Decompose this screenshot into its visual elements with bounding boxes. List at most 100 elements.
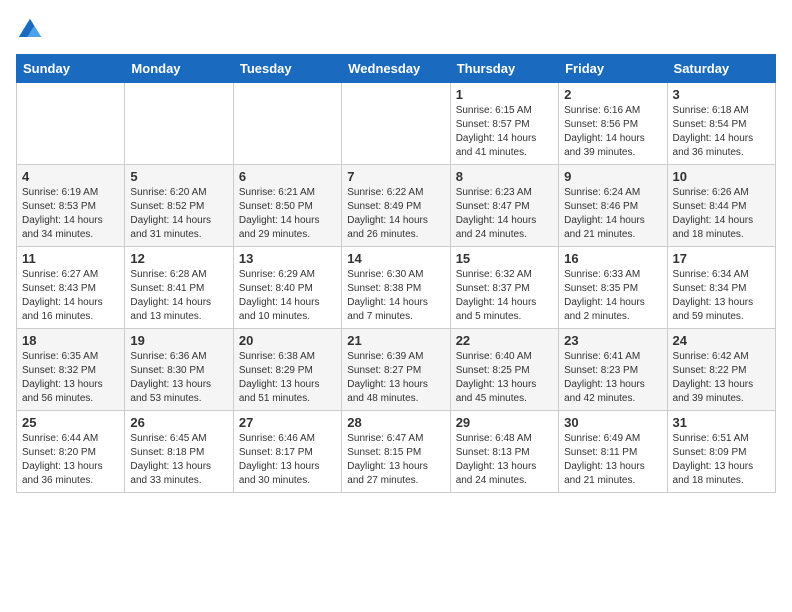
day-of-week-header: Monday [125, 55, 233, 83]
day-of-week-header: Wednesday [342, 55, 450, 83]
calendar-day-cell: 5Sunrise: 6:20 AM Sunset: 8:52 PM Daylig… [125, 165, 233, 247]
calendar-day-cell: 18 Sunrise: 6:35 AM Sunset: 8:32 PM Dayli… [17, 329, 125, 411]
day-number: 16 [564, 251, 661, 266]
day-number: 5 [130, 169, 227, 184]
day-info: Sunrise: 6:46 AM Sunset: 8:17 PM Dayligh… [239, 432, 336, 488]
calendar-day-cell: 2 Sunrise: 6:16 AM Sunset: 8:56 PM Daylig… [559, 83, 667, 165]
calendar-day-cell: 26 Sunrise: 6:45 AM Sunset: 8:18 PM Dayli… [125, 411, 233, 493]
day-info: Sunrise: 6:41 AM Sunset: 8:23 PM Dayligh… [564, 350, 661, 406]
day-number: 19 [130, 333, 227, 348]
day-info: Sunrise: 6:26 AM Sunset: 8:44 PM Dayligh… [673, 186, 770, 242]
day-number: 15 [456, 251, 553, 266]
day-info: Sunrise: 6:42 AM Sunset: 8:22 PM Dayligh… [673, 350, 770, 406]
day-number: 6 [239, 169, 336, 184]
calendar-day-cell: 14 Sunrise: 6:30 AM Sunset: 8:38 PM Dayli… [342, 247, 450, 329]
day-info: Sunrise: 6:51 AM Sunset: 8:09 PM Dayligh… [673, 432, 770, 488]
day-info: Sunrise: 6:48 AM Sunset: 8:13 PM Dayligh… [456, 432, 553, 488]
calendar-week-row: 18 Sunrise: 6:35 AM Sunset: 8:32 PM Dayli… [17, 329, 776, 411]
day-number: 12 [130, 251, 227, 266]
calendar-day-cell: 8 Sunrise: 6:23 AM Sunset: 8:47 PM Daylig… [450, 165, 558, 247]
day-of-week-header: Saturday [667, 55, 775, 83]
calendar-day-cell: 25Sunrise: 6:44 AM Sunset: 8:20 PM Dayli… [17, 411, 125, 493]
calendar-day-cell: 3 Sunrise: 6:18 AM Sunset: 8:54 PM Daylig… [667, 83, 775, 165]
day-info: Sunrise: 6:24 AM Sunset: 8:46 PM Dayligh… [564, 186, 661, 242]
calendar-day-cell: 9 Sunrise: 6:24 AM Sunset: 8:46 PM Daylig… [559, 165, 667, 247]
day-info: Sunrise: 6:49 AM Sunset: 8:11 PM Dayligh… [564, 432, 661, 488]
day-info: Sunrise: 6:29 AM Sunset: 8:40 PM Dayligh… [239, 268, 336, 324]
calendar-day-cell: 27 Sunrise: 6:46 AM Sunset: 8:17 PM Dayli… [233, 411, 341, 493]
day-number: 31 [673, 415, 770, 430]
day-number: 9 [564, 169, 661, 184]
calendar-week-row: 4 Sunrise: 6:19 AM Sunset: 8:53 PM Daylig… [17, 165, 776, 247]
day-info: Sunrise: 6:27 AM Sunset: 8:43 PM Dayligh… [22, 268, 119, 324]
calendar-day-cell: 11 Sunrise: 6:27 AM Sunset: 8:43 PM Dayli… [17, 247, 125, 329]
day-number: 24 [673, 333, 770, 348]
logo [16, 16, 48, 44]
day-info: Sunrise: 6:47 AM Sunset: 8:15 PM Dayligh… [347, 432, 444, 488]
day-info: Sunrise: 6:40 AM Sunset: 8:25 PM Dayligh… [456, 350, 553, 406]
day-info: Sunrise: 6:18 AM Sunset: 8:54 PM Dayligh… [673, 104, 770, 160]
calendar-day-cell: 22 Sunrise: 6:40 AM Sunset: 8:25 PM Dayli… [450, 329, 558, 411]
calendar-day-cell: 23 Sunrise: 6:41 AM Sunset: 8:23 PM Dayli… [559, 329, 667, 411]
day-number: 4 [22, 169, 119, 184]
day-info: Sunrise: 6:36 AM Sunset: 8:30 PM Dayligh… [130, 350, 227, 406]
calendar-day-cell: 1Sunrise: 6:15 AM Sunset: 8:57 PM Daylig… [450, 83, 558, 165]
day-number: 29 [456, 415, 553, 430]
page-header [16, 16, 776, 44]
day-info: Sunrise: 6:23 AM Sunset: 8:47 PM Dayligh… [456, 186, 553, 242]
day-number: 8 [456, 169, 553, 184]
day-number: 10 [673, 169, 770, 184]
calendar-day-cell: 12 Sunrise: 6:28 AM Sunset: 8:41 PM Dayli… [125, 247, 233, 329]
calendar-day-cell: 24 Sunrise: 6:42 AM Sunset: 8:22 PM Dayli… [667, 329, 775, 411]
day-number: 26 [130, 415, 227, 430]
day-info: Sunrise: 6:33 AM Sunset: 8:35 PM Dayligh… [564, 268, 661, 324]
day-number: 3 [673, 87, 770, 102]
day-info: Sunrise: 6:35 AM Sunset: 8:32 PM Dayligh… [22, 350, 119, 406]
day-of-week-header: Friday [559, 55, 667, 83]
calendar-table: SundayMondayTuesdayWednesdayThursdayFrid… [16, 54, 776, 493]
day-info: Sunrise: 6:19 AM Sunset: 8:53 PM Dayligh… [22, 186, 119, 242]
day-number: 30 [564, 415, 661, 430]
day-of-week-header: Thursday [450, 55, 558, 83]
calendar-day-cell: 17 Sunrise: 6:34 AM Sunset: 8:34 PM Dayli… [667, 247, 775, 329]
calendar-day-cell: 15Sunrise: 6:32 AM Sunset: 8:37 PM Dayli… [450, 247, 558, 329]
day-info: Sunrise: 6:38 AM Sunset: 8:29 PM Dayligh… [239, 350, 336, 406]
day-info: Sunrise: 6:28 AM Sunset: 8:41 PM Dayligh… [130, 268, 227, 324]
calendar-day-cell: 29 Sunrise: 6:48 AM Sunset: 8:13 PM Dayli… [450, 411, 558, 493]
calendar-day-cell: 30 Sunrise: 6:49 AM Sunset: 8:11 PM Dayli… [559, 411, 667, 493]
day-number: 14 [347, 251, 444, 266]
calendar-day-cell [17, 83, 125, 165]
calendar-day-cell: 19 Sunrise: 6:36 AM Sunset: 8:30 PM Dayli… [125, 329, 233, 411]
calendar-day-cell: 6 Sunrise: 6:21 AM Sunset: 8:50 PM Daylig… [233, 165, 341, 247]
calendar-day-cell: 10 Sunrise: 6:26 AM Sunset: 8:44 PM Dayli… [667, 165, 775, 247]
day-info: Sunrise: 6:39 AM Sunset: 8:27 PM Dayligh… [347, 350, 444, 406]
calendar-day-cell: 31 Sunrise: 6:51 AM Sunset: 8:09 PM Dayli… [667, 411, 775, 493]
day-number: 17 [673, 251, 770, 266]
day-number: 11 [22, 251, 119, 266]
day-number: 21 [347, 333, 444, 348]
day-number: 2 [564, 87, 661, 102]
logo-icon [16, 16, 44, 44]
calendar-header-row: SundayMondayTuesdayWednesdayThursdayFrid… [17, 55, 776, 83]
day-number: 22 [456, 333, 553, 348]
calendar-day-cell [125, 83, 233, 165]
calendar-day-cell: 21 Sunrise: 6:39 AM Sunset: 8:27 PM Dayli… [342, 329, 450, 411]
day-info: Sunrise: 6:15 AM Sunset: 8:57 PM Dayligh… [456, 104, 553, 160]
day-info: Sunrise: 6:44 AM Sunset: 8:20 PM Dayligh… [22, 432, 119, 488]
day-number: 27 [239, 415, 336, 430]
day-of-week-header: Tuesday [233, 55, 341, 83]
calendar-week-row: 1Sunrise: 6:15 AM Sunset: 8:57 PM Daylig… [17, 83, 776, 165]
day-info: Sunrise: 6:45 AM Sunset: 8:18 PM Dayligh… [130, 432, 227, 488]
calendar-week-row: 25Sunrise: 6:44 AM Sunset: 8:20 PM Dayli… [17, 411, 776, 493]
day-number: 18 [22, 333, 119, 348]
calendar-day-cell [342, 83, 450, 165]
day-info: Sunrise: 6:30 AM Sunset: 8:38 PM Dayligh… [347, 268, 444, 324]
day-number: 13 [239, 251, 336, 266]
day-info: Sunrise: 6:34 AM Sunset: 8:34 PM Dayligh… [673, 268, 770, 324]
day-number: 28 [347, 415, 444, 430]
day-info: Sunrise: 6:16 AM Sunset: 8:56 PM Dayligh… [564, 104, 661, 160]
day-number: 7 [347, 169, 444, 184]
day-info: Sunrise: 6:21 AM Sunset: 8:50 PM Dayligh… [239, 186, 336, 242]
calendar-day-cell: 7Sunrise: 6:22 AM Sunset: 8:49 PM Daylig… [342, 165, 450, 247]
day-number: 23 [564, 333, 661, 348]
